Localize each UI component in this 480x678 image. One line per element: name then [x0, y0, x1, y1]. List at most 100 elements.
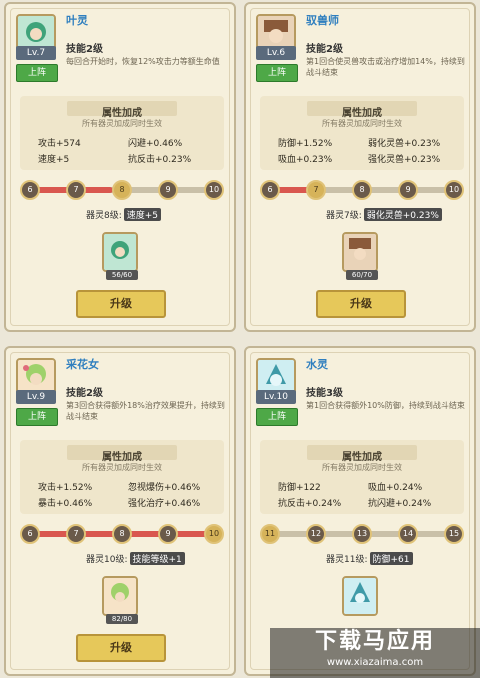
stat-item: 闪避+0.46% — [128, 139, 183, 149]
bonus-tag: 技能等级+1 — [129, 552, 185, 565]
level-node: 13 — [352, 524, 372, 544]
skill-name: 技能2级 — [306, 44, 343, 55]
watermark-banner: 下载马应用 www.xiazaima.com — [270, 628, 480, 678]
attribute-subtitle: 所有器灵加成同时生效 — [82, 463, 162, 472]
attribute-bonus-panel: 属性加成 所有器灵加成同时生效 攻击+574 闪避+0.46% 速度+5 抗反击… — [20, 96, 224, 170]
level-node: 12 — [306, 524, 326, 544]
level-node: 9 — [158, 524, 178, 544]
spirit-gem-icon — [102, 576, 138, 616]
next-level-bonus: 器灵8级: 速度+5 — [86, 208, 162, 221]
attribute-bonus-panel: 属性加成 所有器灵加成同时生效 防御+1.52% 弱化灵兽+0.23% 吸血+0… — [260, 96, 464, 170]
spirit-card-yu-shou-shi: Lv.6 驭兽师 技能2级 第1回合使灵兽攻击或治疗增加14%，持续到战斗结束 … — [244, 2, 476, 332]
stat-item: 抗闪避+0.24% — [368, 499, 432, 509]
stat-item: 忽视爆伤+0.46% — [128, 483, 201, 493]
stat-item: 暴击+0.46% — [38, 499, 93, 509]
spirit-level: Lv.7 — [16, 46, 56, 60]
level-node: 10 — [204, 180, 224, 200]
upgrade-button[interactable]: 升级 — [316, 290, 406, 318]
attribute-title-banner: 属性加成 — [67, 101, 177, 119]
deploy-button[interactable]: 上阵 — [16, 408, 58, 426]
attribute-title-banner: 属性加成 — [307, 445, 417, 463]
spirit-gem-icon — [102, 232, 138, 272]
deploy-button[interactable]: 上阵 — [256, 408, 298, 426]
deploy-button[interactable]: 上阵 — [16, 64, 58, 82]
level-node: 11 — [260, 524, 280, 544]
attribute-subtitle: 所有器灵加成同时生效 — [82, 119, 162, 128]
level-node: 7 — [66, 524, 86, 544]
attribute-bonus-panel: 属性加成 所有器灵加成同时生效 攻击+1.52% 忽视爆伤+0.46% 暴击+0… — [20, 440, 224, 514]
level-node: 9 — [398, 180, 418, 200]
skill-name: 技能2级 — [66, 388, 103, 399]
stat-item: 抗反击+0.23% — [128, 155, 192, 165]
spirit-level: Lv.6 — [256, 46, 296, 60]
next-level-bonus: 器灵11级: 防御+61 — [326, 552, 413, 565]
level-node: 10 — [444, 180, 464, 200]
watermark-title: 下载马应用 — [314, 629, 435, 654]
bonus-level: 器灵8级: — [86, 211, 122, 221]
spirit-gem-icon — [342, 576, 378, 616]
spirit-card-shui-ling: Lv.10 水灵 技能3级 第1回合获得额外10%防御，持续到战斗结束 上阵 属… — [244, 346, 476, 676]
bonus-level: 器灵11级: — [326, 555, 368, 565]
level-track: 11 12 13 14 15 — [260, 524, 464, 544]
bonus-level: 器灵7级: — [326, 211, 362, 221]
bonus-tag: 防御+61 — [369, 552, 413, 565]
next-level-bonus: 器灵10级: 技能等级+1 — [86, 552, 185, 565]
level-node: 15 — [444, 524, 464, 544]
spirit-gem-icon — [342, 232, 378, 272]
level-node: 10 — [204, 524, 224, 544]
upgrade-button[interactable]: 升级 — [76, 634, 166, 662]
skill-name: 技能3级 — [306, 388, 343, 399]
attribute-subtitle: 所有器灵加成同时生效 — [322, 463, 402, 472]
skill-description: 每回合开始时，恢复12%攻击力等额生命值 — [66, 57, 220, 66]
fragment-count: 82/80 — [106, 614, 138, 624]
level-node: 7 — [66, 180, 86, 200]
level-node: 6 — [20, 524, 40, 544]
skill-name: 技能2级 — [66, 44, 103, 55]
stat-item: 攻击+1.52% — [38, 483, 93, 493]
fragment-count: 56/60 — [106, 270, 138, 280]
spirit-level: Lv.10 — [256, 390, 296, 404]
stat-item: 吸血+0.23% — [278, 155, 333, 165]
next-level-bonus: 器灵7级: 弱化灵兽+0.23% — [326, 208, 442, 221]
bonus-tag: 弱化灵兽+0.23% — [363, 208, 442, 221]
attribute-subtitle: 所有器灵加成同时生效 — [322, 119, 402, 128]
spirit-level: Lv.9 — [16, 390, 56, 404]
level-track: 6 7 8 9 10 — [20, 524, 224, 544]
deploy-button[interactable]: 上阵 — [256, 64, 298, 82]
level-track: 6 7 8 9 10 — [20, 180, 224, 200]
spirit-name: 采花女 — [66, 358, 99, 371]
stat-item: 吸血+0.24% — [368, 483, 423, 493]
level-node: 6 — [260, 180, 280, 200]
level-node: 7 — [306, 180, 326, 200]
attribute-title-banner: 属性加成 — [307, 101, 417, 119]
level-node: 8 — [352, 180, 372, 200]
stat-item: 弱化灵兽+0.23% — [368, 139, 441, 149]
upgrade-button[interactable]: 升级 — [76, 290, 166, 318]
level-node: 9 — [158, 180, 178, 200]
stat-item: 防御+122 — [278, 483, 321, 493]
stat-item: 速度+5 — [38, 155, 70, 165]
spirit-card-cai-hua-nv: Lv.9 采花女 技能2级 第3回合获得额外18%治疗效果提升，持续到战斗结束 … — [4, 346, 236, 676]
spirit-card-ye-ling: Lv.7 叶灵 技能2级 每回合开始时，恢复12%攻击力等额生命值 上阵 属性加… — [4, 2, 236, 332]
fragment-count: 60/70 — [346, 270, 378, 280]
stat-item: 攻击+574 — [38, 139, 81, 149]
skill-description: 第1回合使灵兽攻击或治疗增加14%，持续到战斗结束 — [306, 57, 465, 77]
spirit-name: 驭兽师 — [306, 14, 339, 27]
bonus-tag: 速度+5 — [123, 208, 162, 221]
level-track: 6 7 8 9 10 — [260, 180, 464, 200]
level-node: 14 — [398, 524, 418, 544]
stat-item: 抗反击+0.24% — [278, 499, 342, 509]
level-node: 8 — [112, 524, 132, 544]
watermark-url: www.xiazaima.com — [326, 657, 424, 668]
spirit-name: 水灵 — [306, 358, 328, 371]
skill-description: 第3回合获得额外18%治疗效果提升，持续到战斗结束 — [66, 401, 225, 421]
level-node: 6 — [20, 180, 40, 200]
spirit-name: 叶灵 — [66, 14, 88, 27]
stat-item: 强化治疗+0.46% — [128, 499, 201, 509]
attribute-bonus-panel: 属性加成 所有器灵加成同时生效 防御+122 吸血+0.24% 抗反击+0.24… — [260, 440, 464, 514]
bonus-level: 器灵10级: — [86, 555, 128, 565]
stat-item: 防御+1.52% — [278, 139, 333, 149]
stat-item: 强化灵兽+0.23% — [368, 155, 441, 165]
level-node: 8 — [112, 180, 132, 200]
attribute-title-banner: 属性加成 — [67, 445, 177, 463]
